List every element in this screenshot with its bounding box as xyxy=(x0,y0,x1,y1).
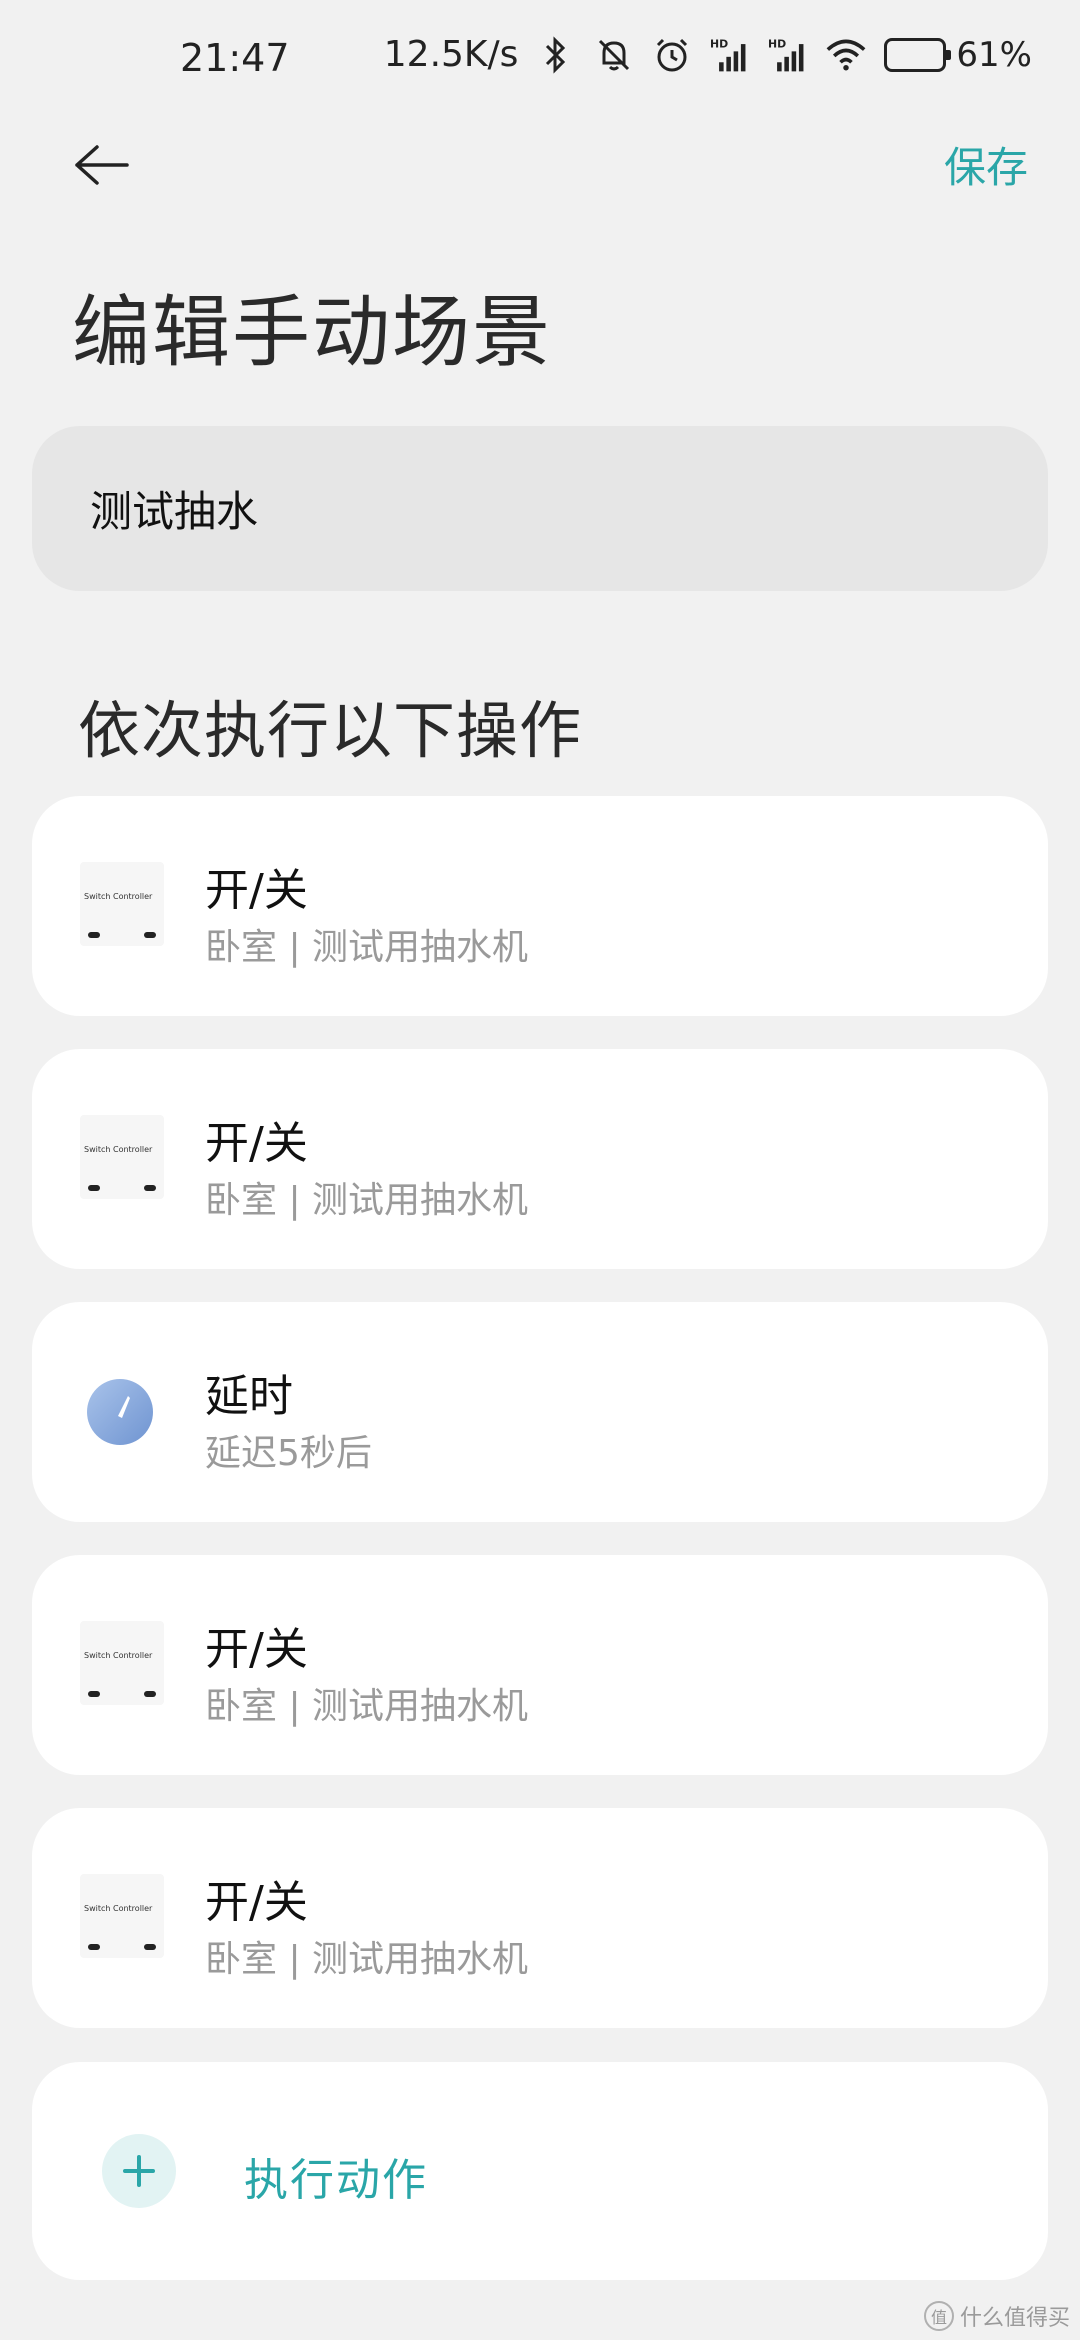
action-title: 开/关 xyxy=(205,1624,308,1675)
back-button[interactable] xyxy=(66,130,136,200)
action-card-switch[interactable]: Switch Controller 开/关 卧室 | 测试用抽水机 xyxy=(32,1808,1048,2028)
add-action-button[interactable]: 执行动作 xyxy=(32,2062,1048,2280)
battery-icon xyxy=(884,37,952,72)
bluetooth-icon xyxy=(536,35,576,75)
svg-text:HD: HD xyxy=(768,37,786,50)
action-subtitle: 卧室 | 测试用抽水机 xyxy=(205,1939,529,1980)
battery-level: 61% xyxy=(956,34,1032,75)
network-speed: 12.5K/s xyxy=(383,34,519,75)
page-title: 编辑手动场景 xyxy=(72,288,553,378)
hd-signal-icon: HD xyxy=(768,35,808,75)
status-bar: 21:47 12.5K/s HD HD 61% xyxy=(0,0,1080,110)
action-subtitle: 卧室 | 测试用抽水机 xyxy=(205,1180,529,1221)
action-card-switch[interactable]: Switch Controller 开/关 卧室 | 测试用抽水机 xyxy=(32,1049,1048,1269)
plus-icon xyxy=(102,2134,176,2208)
status-time: 21:47 xyxy=(180,36,290,80)
watermark: 值 什么值得买 xyxy=(923,2300,1070,2332)
watermark-text: 什么值得买 xyxy=(959,2306,1070,2331)
timer-icon xyxy=(87,1379,153,1445)
action-subtitle: 卧室 | 测试用抽水机 xyxy=(205,1686,529,1727)
action-title: 开/关 xyxy=(205,1118,308,1169)
section-title: 依次执行以下操作 xyxy=(78,694,583,767)
battery-indicator: 61% xyxy=(884,35,1032,75)
add-action-label: 执行动作 xyxy=(244,2155,428,2206)
status-indicators: 12.5K/s HD HD 61% xyxy=(384,34,1032,75)
scene-name-input[interactable]: 测试抽水 xyxy=(32,426,1048,591)
action-card-delay[interactable]: 延时 延迟5秒后 xyxy=(32,1302,1048,1522)
action-card-switch[interactable]: Switch Controller 开/关 卧室 | 测试用抽水机 xyxy=(32,796,1048,1016)
switch-controller-thumbnail: Switch Controller xyxy=(80,1621,164,1705)
action-subtitle: 延迟5秒后 xyxy=(205,1433,372,1474)
switch-controller-thumbnail: Switch Controller xyxy=(80,1874,164,1958)
action-subtitle: 卧室 | 测试用抽水机 xyxy=(205,927,529,968)
switch-controller-thumbnail: Switch Controller xyxy=(80,862,164,946)
hd-signal-icon: HD xyxy=(710,35,750,75)
action-title: 延时 xyxy=(205,1371,293,1422)
arrow-left-icon xyxy=(75,145,129,185)
alarm-icon xyxy=(652,35,692,75)
scene-edit-screen: 21:47 12.5K/s HD HD 61% 保存 编辑手动场景 测试抽水 依… xyxy=(0,0,1080,2340)
action-title: 开/关 xyxy=(205,865,308,916)
mute-icon xyxy=(594,35,634,75)
switch-controller-thumbnail: Switch Controller xyxy=(80,1115,164,1199)
save-button[interactable]: 保存 xyxy=(944,134,1028,195)
wifi-icon xyxy=(826,35,866,75)
watermark-logo-icon: 值 xyxy=(923,2301,954,2331)
svg-text:HD: HD xyxy=(710,37,728,50)
action-title: 开/关 xyxy=(205,1877,308,1928)
action-card-switch[interactable]: Switch Controller 开/关 卧室 | 测试用抽水机 xyxy=(32,1555,1048,1775)
